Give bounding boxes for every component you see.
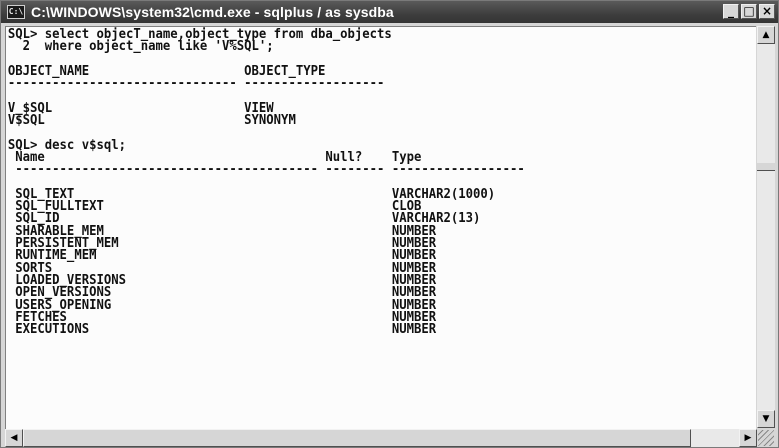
scroll-right-icon[interactable]: ▶ (739, 429, 757, 447)
scroll-left-icon[interactable]: ◀ (5, 429, 23, 447)
horizontal-scroll-thumb[interactable] (23, 429, 691, 447)
scroll-up-icon[interactable]: ▲ (757, 26, 775, 44)
console-text: SQL> select objecT_name,object_type from… (6, 27, 704, 336)
scroll-down-icon[interactable]: ▼ (757, 410, 775, 428)
console-line: 2 where object_name like 'V%SQL'; (7, 39, 274, 55)
title-bar[interactable]: C:\ C:\WINDOWS\system32\cmd.exe - sqlplu… (1, 1, 778, 23)
console-window: C:\ C:\WINDOWS\system32\cmd.exe - sqlplu… (0, 0, 779, 448)
close-button[interactable]: × (759, 4, 775, 19)
horizontal-scrollbar[interactable]: ◀ ▶ (5, 429, 757, 447)
console-line: EXECUTIONS NUMBER (7, 322, 437, 338)
console-line: ----------------------------------------… (7, 162, 525, 178)
vertical-scrollbar[interactable]: ▲ ▼ (757, 26, 775, 428)
cmd-icon[interactable]: C:\ (7, 5, 25, 19)
window-title: C:\WINDOWS\system32\cmd.exe - sqlplus / … (31, 4, 394, 20)
maximize-button[interactable]: □ (741, 4, 757, 19)
console-output[interactable]: SQL> select objecT_name,object_type from… (5, 26, 756, 429)
console-line: V$SQL SYNONYM (7, 113, 296, 129)
console-line: ------------------------------- --------… (7, 76, 385, 92)
minimize-button[interactable]: _ (723, 4, 739, 19)
resize-grip-icon[interactable] (758, 430, 774, 446)
vertical-scroll-thumb[interactable] (757, 163, 775, 171)
